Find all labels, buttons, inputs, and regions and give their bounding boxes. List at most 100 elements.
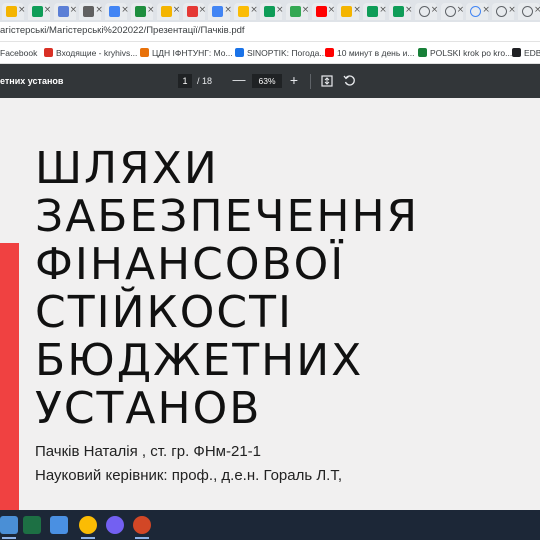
youtube-icon xyxy=(315,6,327,17)
bookmark-label: POLSKI krok po kro... xyxy=(430,48,513,58)
close-tab-icon[interactable]: × xyxy=(534,5,540,15)
globe-icon xyxy=(444,6,456,17)
gmail-icon xyxy=(44,48,53,57)
browser-tab[interactable]: × xyxy=(285,3,310,20)
close-tab-icon[interactable]: × xyxy=(457,5,465,15)
close-tab-icon[interactable]: × xyxy=(276,5,284,15)
bookmark-item[interactable]: POLSKI krok po kro... xyxy=(418,48,512,60)
browser-tab[interactable]: × xyxy=(260,3,284,20)
close-tab-icon[interactable]: × xyxy=(353,5,361,15)
zoom-in-button[interactable]: + xyxy=(287,71,301,89)
bookmark-item[interactable]: 10 минут в день и... xyxy=(325,48,415,60)
close-tab-icon[interactable]: × xyxy=(482,5,490,15)
browser-tab[interactable]: × xyxy=(156,3,181,20)
browser-tab[interactable]: × xyxy=(27,3,52,20)
classroom-icon xyxy=(135,6,146,17)
page-number-input[interactable]: 1 xyxy=(178,74,192,88)
bookmark-label: SINOPTIK: Погода... xyxy=(247,48,327,58)
slide-title-line: СТІЙКОСТІ xyxy=(35,287,293,338)
viber-icon[interactable] xyxy=(106,516,124,534)
close-tab-icon[interactable]: × xyxy=(199,5,207,15)
browser-tab[interactable]: × xyxy=(234,3,258,20)
bookmark-label: Входящие - kryhivs... xyxy=(56,48,138,58)
browser-tab[interactable]: × xyxy=(311,3,336,20)
book-icon xyxy=(418,48,427,57)
bookmark-item[interactable]: SINOPTIK: Погода... xyxy=(235,48,326,60)
onedrive-icon[interactable] xyxy=(50,516,68,534)
browser-tab[interactable]: × xyxy=(53,3,78,20)
fit-to-page-icon[interactable] xyxy=(321,75,333,87)
close-tab-icon[interactable]: × xyxy=(44,5,52,15)
classroom-icon xyxy=(341,6,353,17)
bookmark-item[interactable]: ЦДН ІФНТУНГ: Мо... xyxy=(140,48,233,60)
close-tab-icon[interactable]: × xyxy=(302,5,310,15)
close-tab-icon[interactable]: × xyxy=(379,5,387,15)
google-drive-icon xyxy=(212,6,224,17)
university-icon xyxy=(140,48,149,57)
close-tab-icon[interactable]: × xyxy=(405,5,413,15)
bookmark-label: Facebook xyxy=(0,48,38,58)
taskbar xyxy=(0,510,540,540)
browser-tab[interactable]: × xyxy=(518,3,540,20)
close-tab-icon[interactable]: × xyxy=(18,5,26,15)
circle-icon xyxy=(496,6,508,17)
slide-accent-bar xyxy=(0,243,19,510)
browser-tab[interactable]: × xyxy=(466,3,490,20)
chrome-icon[interactable] xyxy=(79,516,97,534)
slide-author: Пачків Наталія , ст. гр. ФНм-21-1 xyxy=(35,443,261,460)
bookmark-item[interactable]: Входящие - kryhivs... xyxy=(44,48,137,60)
browser-tab[interactable]: × xyxy=(79,3,103,20)
close-tab-icon[interactable]: × xyxy=(250,5,258,15)
school-icon xyxy=(186,6,198,17)
close-tab-icon[interactable]: × xyxy=(147,5,155,15)
close-tab-icon[interactable]: × xyxy=(121,5,129,15)
explorer-icon[interactable] xyxy=(0,516,18,534)
zoom-out-button[interactable]: — xyxy=(232,72,246,88)
google-sheets-icon xyxy=(393,6,404,17)
browser-tab[interactable]: × xyxy=(389,3,413,20)
google-drive-icon xyxy=(289,6,301,17)
browser-tab[interactable]: × xyxy=(337,3,361,20)
rotate-icon[interactable] xyxy=(343,74,356,87)
browser-tab[interactable]: × xyxy=(131,3,155,20)
google-sheets-icon xyxy=(264,6,275,17)
slide-title-line: ШЛЯХИ xyxy=(35,143,219,194)
toolbar-divider xyxy=(310,74,311,89)
running-indicator xyxy=(135,537,149,539)
powerpoint-icon[interactable] xyxy=(133,516,151,534)
close-tab-icon[interactable]: × xyxy=(224,5,232,15)
browser-tab[interactable]: × xyxy=(492,3,516,20)
pdf-page: ШЛЯХИ ЗАБЕЗПЕЧЕННЯ ФІНАНСОВОЇ СТІЙКОСТІ … xyxy=(0,98,540,510)
bookmark-item[interactable]: EDBO xyxy=(512,48,540,60)
bookmark-item[interactable]: Facebook xyxy=(0,48,37,60)
address-bar[interactable]: агістерські/Магістерські%202022/Презента… xyxy=(0,22,540,42)
document-icon xyxy=(83,6,95,17)
close-tab-icon[interactable]: × xyxy=(173,5,181,15)
close-tab-icon[interactable]: × xyxy=(95,5,103,15)
browser-tab[interactable]: × xyxy=(414,3,439,20)
google-sheets-icon xyxy=(367,6,379,17)
close-tab-icon[interactable]: × xyxy=(431,5,439,15)
bookmark-label: ЦДН ІФНТУНГ: Мо... xyxy=(152,48,233,58)
browser-tab[interactable]: × xyxy=(440,3,465,20)
slide-title-line: ФІНАНСОВОЇ xyxy=(35,239,346,290)
browser-tab[interactable]: × xyxy=(208,3,232,20)
slide-supervisor: Науковий керівник: проф., д.е.н. Гораль … xyxy=(35,467,343,484)
close-tab-icon[interactable]: × xyxy=(70,5,78,15)
bookmark-label: EDBO xyxy=(524,48,540,58)
browser-tab[interactable]: × xyxy=(363,3,387,20)
google-drive-icon xyxy=(238,6,250,17)
close-tab-icon[interactable]: × xyxy=(508,5,516,15)
zoom-level-input[interactable]: 63% xyxy=(252,74,282,88)
mail-icon xyxy=(109,6,121,17)
browser-tab[interactable]: × xyxy=(2,3,26,20)
excel-icon[interactable] xyxy=(23,516,41,534)
browser-tab[interactable]: × xyxy=(105,3,129,20)
close-tab-icon[interactable]: × xyxy=(328,5,336,15)
globe-icon xyxy=(512,48,521,57)
globe-icon xyxy=(522,6,533,17)
youtube-icon xyxy=(325,48,334,57)
bookmarks-bar: Facebook Входящие - kryhivs... ЦДН ІФНТУНГ… xyxy=(0,42,540,64)
browser-tab[interactable]: × xyxy=(182,3,207,20)
url-text[interactable]: агістерські/Магістерські%202022/Презента… xyxy=(0,25,245,36)
